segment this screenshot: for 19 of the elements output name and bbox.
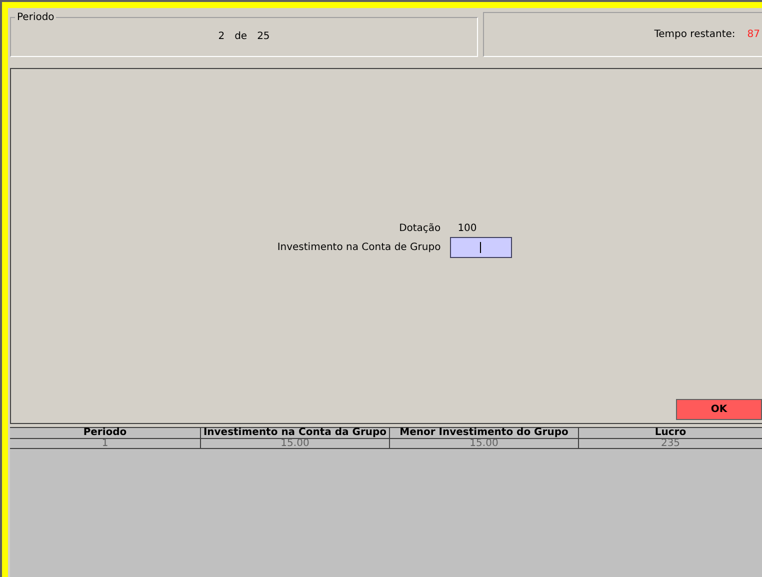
column-header: Periodo <box>10 427 201 438</box>
table-cell: 15.00 <box>390 439 579 448</box>
current-period: 2 <box>218 31 225 42</box>
table-cell-text: 235 <box>660 439 682 448</box>
column-header: Investimento na Conta da Grupo <box>201 427 390 438</box>
period-legend: Periodo <box>15 12 56 23</box>
period-separator: de <box>234 31 248 42</box>
time-remaining-value: 87 <box>747 29 760 40</box>
investment-input-field[interactable] <box>450 236 512 258</box>
table-cell: 1 <box>10 439 201 448</box>
endowment-value: 100 <box>456 222 478 234</box>
column-header: Lucro <box>579 427 762 438</box>
investment-label: Investimento na Conta de Grupo <box>277 242 441 252</box>
time-remaining-label: Tempo restante: <box>654 29 736 40</box>
ok-button[interactable]: OK <box>676 399 762 420</box>
column-header: Menor Investimento do Grupo <box>390 427 579 438</box>
total-periods: 25 <box>257 31 270 42</box>
endowment-label: Dotação <box>398 222 441 234</box>
table-cell: 15.00 <box>201 439 390 448</box>
